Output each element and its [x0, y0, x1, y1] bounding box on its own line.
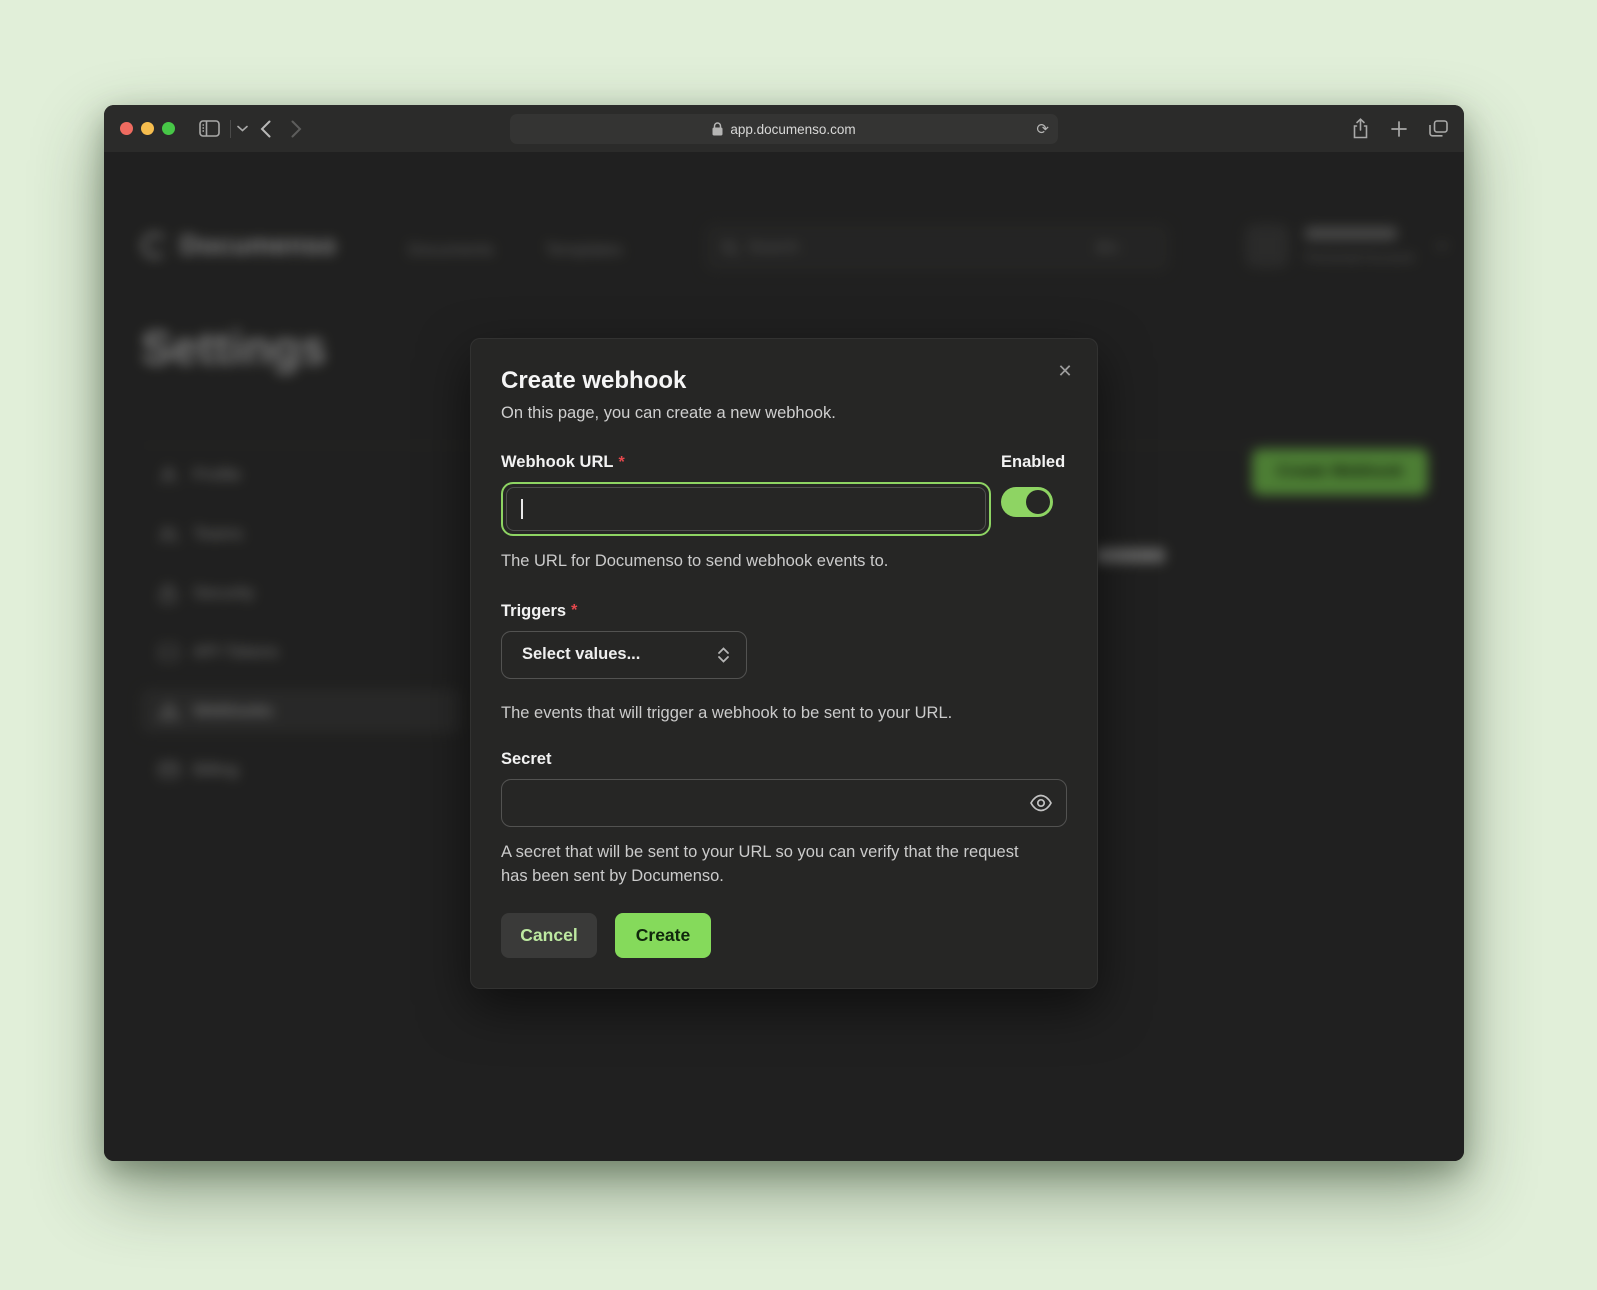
new-tab-icon[interactable]	[1391, 121, 1407, 137]
toolbar-divider	[230, 120, 231, 138]
webhook-url-label: Webhook URL	[501, 453, 613, 472]
triggers-select[interactable]: Select values...	[501, 631, 747, 679]
chevron-up-down-icon	[717, 646, 730, 664]
dialog-subtitle: On this page, you can create a new webho…	[501, 404, 1067, 423]
forward-button[interactable]	[291, 120, 302, 138]
triggers-select-value: Select values...	[522, 645, 640, 664]
enabled-label: Enabled	[1001, 453, 1067, 472]
browser-toolbar: app.documenso.com ⟳	[104, 105, 1464, 152]
lock-icon	[712, 122, 723, 136]
required-asterisk: *	[571, 602, 577, 620]
back-button[interactable]	[260, 120, 271, 138]
dialog-title: Create webhook	[501, 367, 1067, 395]
address-bar[interactable]: app.documenso.com ⟳	[510, 114, 1058, 144]
zoom-window-button[interactable]	[162, 122, 175, 135]
required-asterisk: *	[618, 454, 624, 472]
share-icon[interactable]	[1352, 118, 1369, 139]
triggers-label: Triggers	[501, 602, 566, 621]
cancel-button[interactable]: Cancel	[501, 913, 597, 958]
triggers-helper: The events that will trigger a webhook t…	[501, 701, 1067, 726]
traffic-lights	[120, 122, 175, 135]
secret-helper: A secret that will be sent to your URL s…	[501, 840, 1029, 890]
secret-label: Secret	[501, 750, 551, 769]
eye-icon[interactable]	[1029, 791, 1053, 815]
webhook-url-input[interactable]	[506, 487, 986, 531]
close-icon[interactable]: ✕	[1053, 359, 1077, 383]
reload-icon[interactable]: ⟳	[1036, 120, 1049, 138]
close-window-button[interactable]	[120, 122, 133, 135]
secret-input[interactable]	[501, 779, 1067, 827]
create-webhook-dialog: ✕ Create webhook On this page, you can c…	[470, 338, 1098, 989]
address-url: app.documenso.com	[730, 122, 855, 137]
minimize-window-button[interactable]	[141, 122, 154, 135]
text-caret	[521, 499, 523, 519]
browser-window: app.documenso.com ⟳	[104, 105, 1464, 1161]
sidebar-chevron-icon[interactable]	[237, 125, 248, 132]
webhook-url-focus-ring	[501, 482, 991, 536]
sidebar-toggle-icon[interactable]	[199, 120, 220, 137]
webhook-url-helper: The URL for Documenso to send webhook ev…	[501, 549, 1067, 574]
create-button[interactable]: Create	[615, 913, 711, 958]
tab-overview-icon[interactable]	[1429, 120, 1448, 137]
enabled-toggle[interactable]	[1001, 487, 1053, 517]
toggle-knob	[1026, 490, 1050, 514]
